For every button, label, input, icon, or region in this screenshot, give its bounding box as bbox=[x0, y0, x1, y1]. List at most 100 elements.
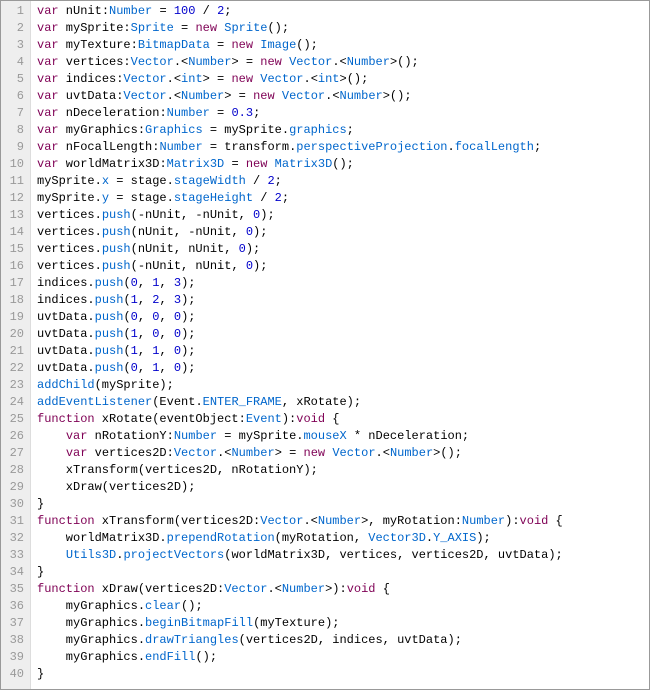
code-line[interactable]: var mySprite:Sprite = new Sprite(); bbox=[37, 20, 649, 37]
code-line[interactable]: } bbox=[37, 666, 649, 683]
token-ident: ); bbox=[253, 259, 267, 273]
line-number: 1 bbox=[5, 3, 24, 20]
token-ident: (); bbox=[181, 599, 203, 613]
code-line[interactable]: vertices.push(nUnit, nUnit, 0); bbox=[37, 241, 649, 258]
code-line[interactable]: vertices.push(-nUnit, -nUnit, 0); bbox=[37, 207, 649, 224]
token-ident: { bbox=[376, 582, 390, 596]
token-type: Number bbox=[462, 514, 505, 528]
code-line[interactable]: addChild(mySprite); bbox=[37, 377, 649, 394]
token-ident: vertices bbox=[37, 242, 95, 256]
token-op: : bbox=[138, 123, 145, 137]
token-dot: . bbox=[282, 123, 289, 137]
token-ident: , bbox=[159, 361, 173, 375]
token-dot: . bbox=[95, 259, 102, 273]
token-ident: >(); bbox=[383, 89, 412, 103]
code-line[interactable]: var worldMatrix3D:Matrix3D = new Matrix3… bbox=[37, 156, 649, 173]
code-line[interactable]: var indices:Vector.<int> = new Vector.<i… bbox=[37, 71, 649, 88]
code-line[interactable]: var nDeceleration:Number = 0.3; bbox=[37, 105, 649, 122]
code-line[interactable]: function xTransform(vertices2D:Vector.<N… bbox=[37, 513, 649, 530]
token-ident: (-nUnit, nUnit, bbox=[131, 259, 246, 273]
code-line[interactable]: var myTexture:BitmapData = new Image(); bbox=[37, 37, 649, 54]
token-ident: indices bbox=[37, 293, 87, 307]
token-ident: mySprite bbox=[37, 191, 95, 205]
token-type: Vector bbox=[289, 55, 332, 69]
token-ident: ); bbox=[246, 242, 260, 256]
code-line[interactable]: worldMatrix3D.prependRotation(myRotation… bbox=[37, 530, 649, 547]
code-line[interactable]: indices.push(0, 1, 3); bbox=[37, 275, 649, 292]
token-kw: var bbox=[37, 140, 59, 154]
token-ident: < bbox=[174, 72, 181, 86]
code-line[interactable]: function xRotate(eventObject:Event):void… bbox=[37, 411, 649, 428]
code-line[interactable]: var myGraphics:Graphics = mySprite.graph… bbox=[37, 122, 649, 139]
token-ident: worldMatrix3D bbox=[37, 531, 159, 545]
code-line[interactable]: xTransform(vertices2D, nRotationY); bbox=[37, 462, 649, 479]
token-dot: . bbox=[138, 650, 145, 664]
token-ident: (); bbox=[267, 21, 289, 35]
token-num: 0 bbox=[174, 327, 181, 341]
code-line[interactable]: var vertices2D:Vector.<Number> = new Vec… bbox=[37, 445, 649, 462]
token-type: int bbox=[181, 72, 203, 86]
code-line[interactable]: function xDraw(vertices2D:Vector.<Number… bbox=[37, 581, 649, 598]
code-line[interactable]: myGraphics.beginBitmapFill(myTexture); bbox=[37, 615, 649, 632]
token-num: 1 bbox=[131, 344, 138, 358]
token-type: Graphics bbox=[145, 123, 203, 137]
line-number: 14 bbox=[5, 224, 24, 241]
code-line[interactable]: indices.push(1, 2, 3); bbox=[37, 292, 649, 309]
token-num: 0 bbox=[131, 276, 138, 290]
code-line[interactable]: xDraw(vertices2D); bbox=[37, 479, 649, 496]
code-line[interactable]: myGraphics.drawTriangles(vertices2D, ind… bbox=[37, 632, 649, 649]
token-ident: >): bbox=[325, 582, 347, 596]
code-line[interactable]: vertices.push(nUnit, -nUnit, 0); bbox=[37, 224, 649, 241]
token-type: Sprite bbox=[224, 21, 267, 35]
code-line[interactable]: var nUnit:Number = 100 / 2; bbox=[37, 3, 649, 20]
token-ident: } bbox=[37, 565, 44, 579]
token-type: Image bbox=[260, 38, 296, 52]
code-line[interactable]: } bbox=[37, 496, 649, 513]
code-line[interactable]: } bbox=[37, 564, 649, 581]
token-dot: . bbox=[138, 599, 145, 613]
token-ident: = bbox=[224, 157, 246, 171]
token-dot: . bbox=[138, 616, 145, 630]
token-ident: / bbox=[253, 191, 275, 205]
token-prop: drawTriangles bbox=[145, 633, 239, 647]
code-line[interactable]: mySprite.y = stage.stageHeight / 2; bbox=[37, 190, 649, 207]
code-line[interactable]: uvtData.push(1, 0, 0); bbox=[37, 326, 649, 343]
token-dot: . bbox=[167, 72, 174, 86]
code-line[interactable]: uvtData.push(0, 0, 0); bbox=[37, 309, 649, 326]
token-ident: } bbox=[37, 497, 44, 511]
code-line[interactable]: mySprite.x = stage.stageWidth / 2; bbox=[37, 173, 649, 190]
token-ident bbox=[282, 55, 289, 69]
token-ident: < bbox=[383, 446, 390, 460]
code-area[interactable]: var nUnit:Number = 100 / 2;var mySprite:… bbox=[31, 1, 649, 689]
code-line[interactable]: var vertices:Vector.<Number> = new Vecto… bbox=[37, 54, 649, 71]
code-line[interactable]: vertices.push(-nUnit, nUnit, 0); bbox=[37, 258, 649, 275]
code-line[interactable]: uvtData.push(1, 1, 0); bbox=[37, 343, 649, 360]
token-ident: ); bbox=[181, 327, 195, 341]
code-line[interactable]: uvtData.push(0, 1, 0); bbox=[37, 360, 649, 377]
token-ident: (Event bbox=[152, 395, 195, 409]
line-number: 23 bbox=[5, 377, 24, 394]
token-ident: xRotate(eventObject bbox=[95, 412, 239, 426]
code-line[interactable]: var uvtData:Vector.<Number> = new Vector… bbox=[37, 88, 649, 105]
line-number: 27 bbox=[5, 445, 24, 462]
token-ident: ); bbox=[260, 208, 274, 222]
line-number: 26 bbox=[5, 428, 24, 445]
token-prop: push bbox=[102, 208, 131, 222]
token-ident bbox=[37, 429, 66, 443]
token-kw: var bbox=[66, 446, 88, 460]
token-prop: push bbox=[95, 344, 124, 358]
token-dot: . bbox=[87, 293, 94, 307]
code-line[interactable]: Utils3D.projectVectors(worldMatrix3D, ve… bbox=[37, 547, 649, 564]
token-dot: . bbox=[303, 514, 310, 528]
line-number: 36 bbox=[5, 598, 24, 615]
code-line[interactable]: myGraphics.clear(); bbox=[37, 598, 649, 615]
token-num: 3 bbox=[174, 293, 181, 307]
code-line[interactable]: myGraphics.endFill(); bbox=[37, 649, 649, 666]
line-number: 38 bbox=[5, 632, 24, 649]
token-prop: push bbox=[95, 293, 124, 307]
token-ident: > = bbox=[275, 446, 304, 460]
code-line[interactable]: addEventListener(Event.ENTER_FRAME, xRot… bbox=[37, 394, 649, 411]
token-ident: = bbox=[210, 38, 232, 52]
code-line[interactable]: var nFocalLength:Number = transform.pers… bbox=[37, 139, 649, 156]
code-line[interactable]: var nRotationY:Number = mySprite.mouseX … bbox=[37, 428, 649, 445]
